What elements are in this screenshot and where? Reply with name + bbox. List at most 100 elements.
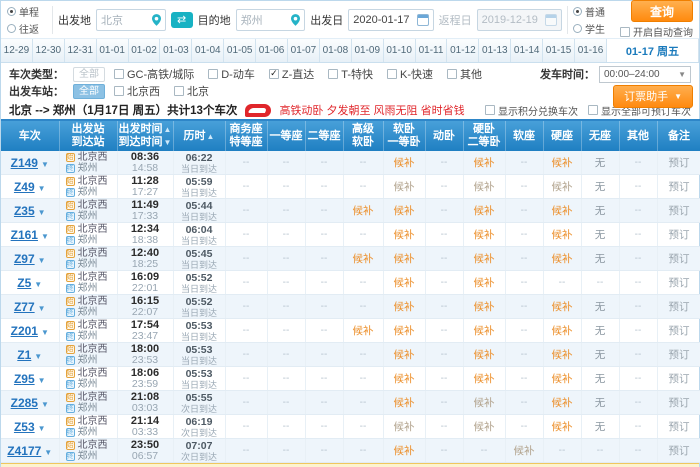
book-link[interactable]: 预订: [657, 223, 700, 247]
seat-cell-hard-sleeper[interactable]: 候补: [463, 415, 505, 439]
date-tab[interactable]: 01-11: [416, 39, 448, 62]
date-tab[interactable]: 01-14: [511, 39, 543, 62]
expand-caret-icon[interactable]: ▼: [38, 208, 46, 217]
seat-cell-soft-sleeper[interactable]: 候补: [383, 151, 425, 175]
train-number-link[interactable]: Z77: [14, 300, 35, 314]
book-link[interactable]: 预订: [657, 295, 700, 319]
seat-cell-soft-sleeper[interactable]: 候补: [383, 295, 425, 319]
expand-caret-icon[interactable]: ▼: [41, 160, 49, 169]
expand-caret-icon[interactable]: ▼: [34, 280, 42, 289]
seat-cell-soft-sleeper[interactable]: 候补: [383, 247, 425, 271]
booking-helper-button[interactable]: 订票助手 ▼: [613, 85, 693, 108]
expand-caret-icon[interactable]: ▼: [38, 424, 46, 433]
sort-arrow-icon[interactable]: ▲: [207, 132, 215, 141]
seat-cell-hard-sleeper[interactable]: 候补: [463, 391, 505, 415]
date-tab[interactable]: 01-10: [384, 39, 416, 62]
train-number-link[interactable]: Z161: [11, 228, 38, 242]
train-type-checkbox[interactable]: Z-直达: [269, 66, 314, 82]
seat-cell-soft-sleeper[interactable]: 候补: [383, 199, 425, 223]
date-tab[interactable]: 01-06: [256, 39, 288, 62]
seat-cell-soft-sleeper[interactable]: 候补: [383, 391, 425, 415]
train-number-link[interactable]: Z95: [14, 372, 35, 386]
expand-caret-icon[interactable]: ▼: [38, 376, 46, 385]
train-type-checkbox[interactable]: 其他: [447, 66, 482, 82]
expand-caret-icon[interactable]: ▼: [41, 328, 49, 337]
swap-stations-button[interactable]: ⇄: [171, 12, 193, 28]
seat-cell-soft-sleeper[interactable]: 候补: [383, 367, 425, 391]
seat-cell-hard-seat[interactable]: 候补: [543, 247, 581, 271]
book-link[interactable]: 预订: [657, 415, 700, 439]
seat-cell-soft-sleeper[interactable]: 候补: [383, 271, 425, 295]
train-number-link[interactable]: Z285: [11, 396, 38, 410]
seat-cell-hard-sleeper[interactable]: 候补: [463, 343, 505, 367]
book-link[interactable]: 预订: [657, 343, 700, 367]
depart-date-input[interactable]: 2020-01-17: [348, 9, 433, 31]
student-passenger-radio[interactable]: 学生: [573, 21, 613, 36]
normal-passenger-radio[interactable]: 普通: [573, 4, 613, 19]
expand-caret-icon[interactable]: ▼: [41, 400, 49, 409]
seat-cell-hard-sleeper[interactable]: 候补: [463, 247, 505, 271]
seat-cell-premium-soft-sleeper[interactable]: 候补: [343, 199, 383, 223]
book-link[interactable]: 预订: [657, 439, 700, 463]
seat-cell-hard-sleeper[interactable]: 候补: [463, 223, 505, 247]
train-type-checkbox[interactable]: T-特快: [328, 66, 373, 82]
seat-cell-hard-seat[interactable]: 候补: [543, 319, 581, 343]
date-tab[interactable]: 01-03: [160, 39, 192, 62]
station-all-button[interactable]: 全部: [73, 84, 105, 99]
seat-cell-hard-seat[interactable]: 候补: [543, 223, 581, 247]
date-tab[interactable]: 01-07: [288, 39, 320, 62]
seat-cell-soft-sleeper[interactable]: 候补: [383, 415, 425, 439]
query-button[interactable]: 查询: [631, 0, 693, 22]
train-number-link[interactable]: Z201: [11, 324, 38, 338]
expand-caret-icon[interactable]: ▼: [38, 304, 46, 313]
seat-cell-hard-sleeper[interactable]: 候补: [463, 151, 505, 175]
train-number-link[interactable]: Z49: [14, 180, 35, 194]
seat-cell-soft-sleeper[interactable]: 候补: [383, 439, 425, 463]
train-number-link[interactable]: Z53: [14, 420, 35, 434]
seat-cell-soft-sleeper[interactable]: 候补: [383, 175, 425, 199]
date-tab[interactable]: 12-31: [65, 39, 97, 62]
seat-cell-soft-sleeper[interactable]: 候补: [383, 343, 425, 367]
seat-cell-hard-seat[interactable]: 候补: [543, 415, 581, 439]
date-tab[interactable]: 01-08: [320, 39, 352, 62]
seat-cell-hard-seat[interactable]: 候补: [543, 343, 581, 367]
book-link[interactable]: 预订: [657, 247, 700, 271]
seat-cell-hard-sleeper[interactable]: 候补: [463, 295, 505, 319]
train-type-checkbox[interactable]: D-动车: [208, 66, 255, 82]
train-number-link[interactable]: Z97: [14, 252, 35, 266]
depart-time-select[interactable]: 00:00–24:00 ▼: [599, 66, 691, 83]
expand-caret-icon[interactable]: ▼: [38, 256, 46, 265]
book-link[interactable]: 预订: [657, 391, 700, 415]
seat-cell-hard-sleeper[interactable]: 候补: [463, 367, 505, 391]
expand-caret-icon[interactable]: ▼: [34, 352, 42, 361]
date-tab[interactable]: 12-30: [33, 39, 65, 62]
seat-cell-hard-sleeper[interactable]: 候补: [463, 199, 505, 223]
date-tab[interactable]: 12-29: [1, 39, 33, 62]
seat-cell-premium-soft-sleeper[interactable]: 候补: [343, 319, 383, 343]
date-tab[interactable]: 01-01: [97, 39, 129, 62]
station-checkbox[interactable]: 北京西: [114, 83, 160, 99]
seat-cell-hard-seat[interactable]: 候补: [543, 199, 581, 223]
column-header[interactable]: 历时▲: [173, 120, 225, 151]
one-way-radio[interactable]: 单程: [7, 4, 47, 19]
train-type-checkbox[interactable]: K-快速: [387, 66, 433, 82]
date-tab[interactable]: 01-09: [352, 39, 384, 62]
book-link[interactable]: 预订: [657, 175, 700, 199]
seat-cell-hard-sleeper[interactable]: 候补: [463, 175, 505, 199]
train-number-link[interactable]: Z5: [17, 276, 31, 290]
sort-arrow-icon[interactable]: ▲: [164, 125, 172, 134]
show-points-checkbox[interactable]: 显示积分兑换车次: [485, 103, 578, 118]
seat-cell-hard-seat[interactable]: 候补: [543, 367, 581, 391]
date-tab[interactable]: 01-05: [224, 39, 256, 62]
sort-arrow-icon[interactable]: ▼: [164, 138, 172, 147]
date-tab[interactable]: 01-04: [192, 39, 224, 62]
seat-cell-soft-sleeper[interactable]: 候补: [383, 319, 425, 343]
seat-cell-premium-soft-sleeper[interactable]: 候补: [343, 247, 383, 271]
from-input[interactable]: 北京: [96, 9, 166, 31]
station-checkbox[interactable]: 北京: [174, 83, 209, 99]
train-number-link[interactable]: Z1: [17, 348, 31, 362]
auto-query-checkbox[interactable]: 开启自动查询: [620, 24, 693, 39]
train-number-link[interactable]: Z149: [11, 156, 38, 170]
book-link[interactable]: 预订: [657, 199, 700, 223]
book-link[interactable]: 预订: [657, 367, 700, 391]
